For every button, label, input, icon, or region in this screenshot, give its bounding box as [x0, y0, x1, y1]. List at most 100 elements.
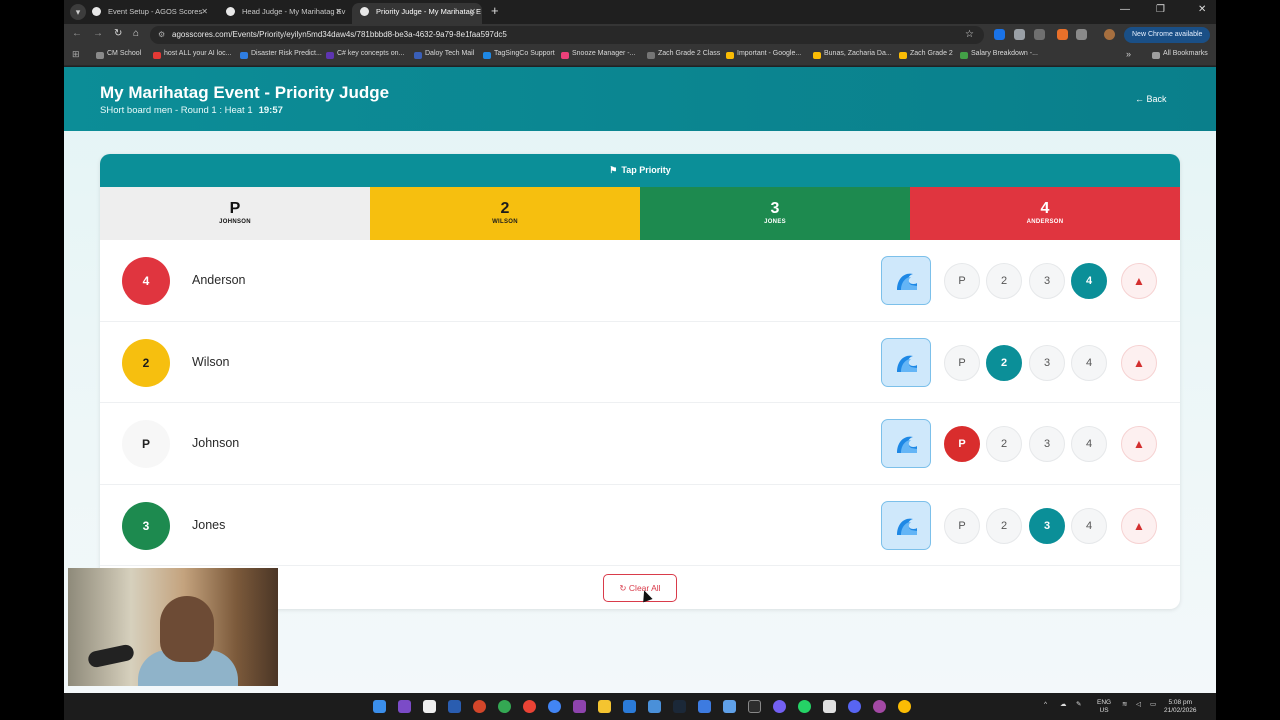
- app-icon[interactable]: [698, 700, 711, 713]
- wave-ride-button[interactable]: [881, 500, 931, 550]
- wave-ride-button[interactable]: [881, 419, 931, 468]
- all-bookmarks[interactable]: All Bookmarks: [1152, 50, 1208, 59]
- bookmark-item[interactable]: CM School: [96, 50, 141, 59]
- bookmark-item[interactable]: C# key concepts on...: [326, 50, 404, 59]
- wave-ride-button[interactable]: [881, 256, 931, 305]
- app-icon[interactable]: [648, 700, 661, 713]
- close-tab-icon[interactable]: ✕: [335, 3, 342, 20]
- extension-icon[interactable]: [1034, 29, 1045, 40]
- priority-option-4[interactable]: 4: [1071, 426, 1107, 462]
- new-tab-icon[interactable]: +: [491, 3, 499, 18]
- app-icon[interactable]: [873, 700, 886, 713]
- bookmark-star-icon[interactable]: ☆: [965, 26, 974, 44]
- chrome-icon[interactable]: [523, 700, 536, 713]
- priority-option-2[interactable]: 2: [986, 426, 1022, 462]
- file-explorer-icon[interactable]: [598, 700, 611, 713]
- priority-option-4[interactable]: 4: [1071, 344, 1107, 381]
- back-link[interactable]: ← Back: [1135, 94, 1167, 104]
- priority-option-4[interactable]: 4: [1071, 263, 1107, 299]
- bookmark-item[interactable]: TagSingCo Support: [483, 50, 555, 59]
- app-icon[interactable]: [473, 700, 486, 713]
- volume-icon[interactable]: ◁: [1136, 701, 1141, 709]
- site-info-icon[interactable]: ⚙: [158, 26, 165, 44]
- screen: ▾ Event Setup - AGOS Scores ✕ Head Judge…: [64, 0, 1216, 720]
- back-arrow-icon[interactable]: ←: [72, 28, 82, 39]
- restore-icon[interactable]: ❐: [1156, 4, 1165, 15]
- browser-tab-event-setup[interactable]: Event Setup - AGOS Scores ✕: [84, 3, 214, 24]
- region-text: US: [1099, 707, 1109, 714]
- chrome-icon[interactable]: [548, 700, 561, 713]
- priority-option-3[interactable]: 3: [1029, 344, 1065, 381]
- cloud-icon[interactable]: ☁: [1060, 701, 1067, 709]
- app-icon[interactable]: [623, 700, 636, 713]
- chrome-icon[interactable]: [498, 700, 511, 713]
- bookmark-item[interactable]: Zach Grade 2 Class: [647, 50, 720, 59]
- battery-icon[interactable]: ▭: [1150, 701, 1156, 709]
- home-icon[interactable]: ⌂: [133, 28, 139, 39]
- show-hidden-icons[interactable]: ^: [1044, 701, 1047, 709]
- start-menu-icon[interactable]: [373, 700, 386, 713]
- priority-option-p[interactable]: P: [944, 507, 980, 544]
- wave-ride-button[interactable]: [881, 337, 931, 387]
- extension-icon[interactable]: [1014, 29, 1025, 40]
- app-icon[interactable]: [723, 700, 736, 713]
- bookmark-item[interactable]: Important - Google...: [726, 50, 801, 59]
- minimize-icon[interactable]: —: [1120, 4, 1130, 15]
- profile-avatar[interactable]: [1104, 29, 1115, 40]
- terminal-icon[interactable]: [748, 700, 761, 713]
- bookmark-item[interactable]: Daloy Tech Mail: [414, 50, 474, 59]
- priority-slot-value: 3: [770, 200, 780, 217]
- browser-tab-priority-judge[interactable]: Priority Judge - My Marihatag E ✕: [352, 3, 482, 24]
- wave-icon: [897, 518, 917, 535]
- clear-all-button[interactable]: ↻ Clear All: [603, 574, 677, 602]
- bookmark-item[interactable]: Zach Grade 2: [899, 50, 953, 59]
- interference-warning-button[interactable]: ▲: [1121, 507, 1157, 544]
- extension-icon[interactable]: [1057, 29, 1068, 40]
- priority-option-3[interactable]: 3: [1029, 426, 1065, 462]
- address-bar[interactable]: ⚙ agosscores.com/Events/Priority/eyilyn5…: [150, 26, 984, 44]
- priority-option-2[interactable]: 2: [986, 344, 1022, 381]
- extension-icon[interactable]: [994, 29, 1005, 40]
- priority-option-p[interactable]: P: [944, 426, 980, 462]
- close-window-icon[interactable]: ✕: [1198, 4, 1206, 15]
- notion-icon[interactable]: [423, 700, 436, 713]
- browser-tab-head-judge[interactable]: Head Judge - My Marihatag Ev ✕: [218, 3, 348, 24]
- bookmark-item[interactable]: host ALL your AI loc...: [153, 50, 231, 59]
- bookmark-item[interactable]: Salary Breakdown -...: [960, 50, 1038, 59]
- reload-icon[interactable]: ↻: [114, 28, 122, 39]
- visual-studio-icon[interactable]: [398, 700, 411, 713]
- priority-option-2[interactable]: 2: [986, 507, 1022, 544]
- more-bookmarks-icon[interactable]: »: [1126, 49, 1131, 59]
- viber-icon[interactable]: [773, 700, 786, 713]
- app-icon[interactable]: [823, 700, 836, 713]
- bookmark-item[interactable]: Snooze Manager -...: [561, 50, 635, 59]
- apps-grid-icon[interactable]: ⊞: [72, 49, 80, 60]
- forward-arrow-icon[interactable]: →: [93, 28, 103, 39]
- app-icon[interactable]: [573, 700, 586, 713]
- priority-option-p[interactable]: P: [944, 344, 980, 381]
- close-tab-icon[interactable]: ✕: [469, 3, 476, 20]
- bookmark-item[interactable]: Disaster Risk Predict...: [240, 50, 322, 59]
- bookmark-item[interactable]: Bunas, Zacharia Da...: [813, 50, 892, 59]
- interference-warning-button[interactable]: ▲: [1121, 263, 1157, 299]
- language-indicator[interactable]: ENG US: [1097, 699, 1111, 715]
- discord-icon[interactable]: [848, 700, 861, 713]
- priority-option-3[interactable]: 3: [1029, 263, 1065, 299]
- priority-option-3[interactable]: 3: [1029, 507, 1065, 544]
- extension-icon[interactable]: [1076, 29, 1087, 40]
- steam-icon[interactable]: [673, 700, 686, 713]
- priority-option-p[interactable]: P: [944, 263, 980, 299]
- priority-order-bar: P JOHNSON 2 WILSON 3 JONES 4 ANDERSON: [100, 187, 1180, 240]
- wifi-icon[interactable]: ≋: [1122, 701, 1127, 709]
- new-chrome-available-button[interactable]: New Chrome available: [1124, 27, 1211, 43]
- close-tab-icon[interactable]: ✕: [201, 3, 208, 20]
- interference-warning-button[interactable]: ▲: [1121, 344, 1157, 381]
- whatsapp-icon[interactable]: [798, 700, 811, 713]
- chrome-icon[interactable]: [898, 700, 911, 713]
- interference-warning-button[interactable]: ▲: [1121, 426, 1157, 462]
- priority-option-4[interactable]: 4: [1071, 507, 1107, 544]
- pen-icon[interactable]: ✎: [1076, 701, 1081, 709]
- priority-option-2[interactable]: 2: [986, 263, 1022, 299]
- app-icon[interactable]: [448, 700, 461, 713]
- clock[interactable]: 5:08 pm 21/02/2026: [1164, 699, 1197, 715]
